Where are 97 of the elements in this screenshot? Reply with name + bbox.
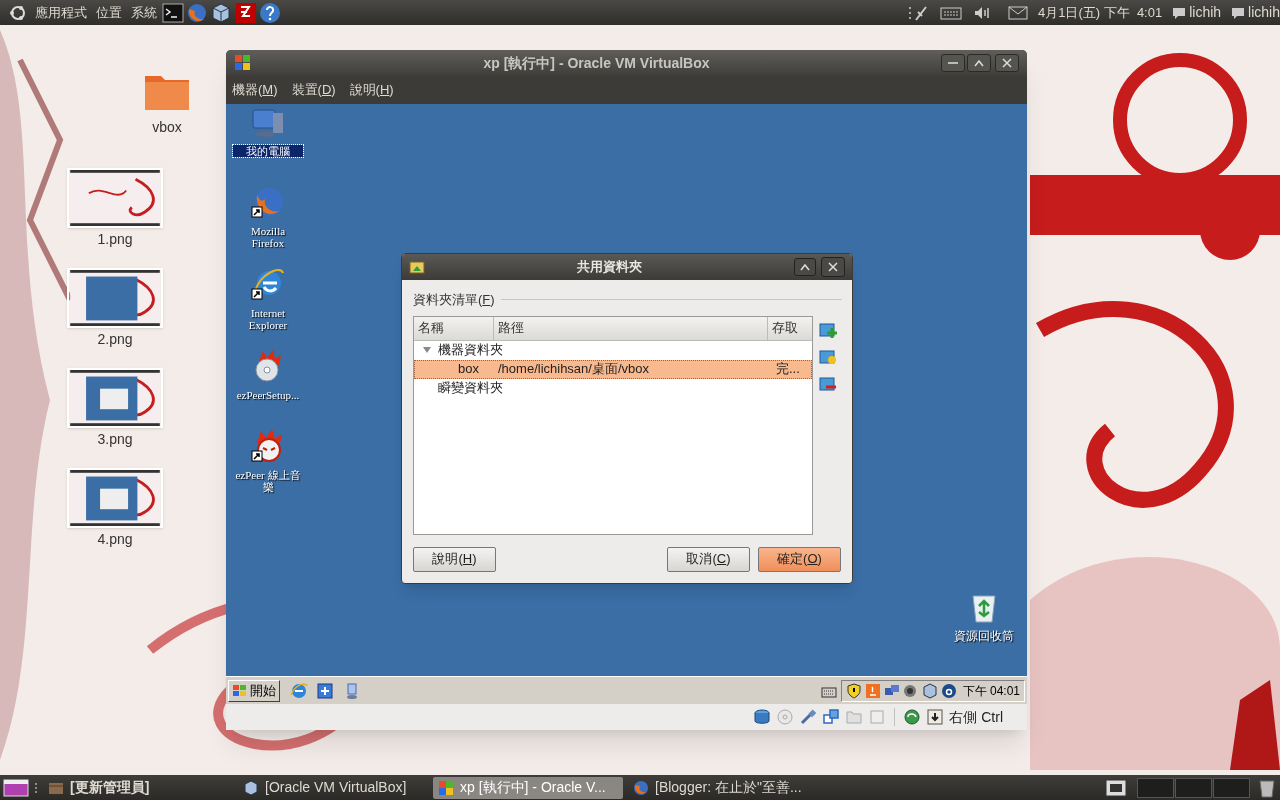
close-icon <box>1002 58 1012 68</box>
windows-logo-icon <box>232 683 248 698</box>
cube-icon[interactable] <box>921 682 938 699</box>
caret-up-icon <box>800 263 810 271</box>
disc-icon <box>776 708 795 726</box>
shared-folder-icon <box>409 260 425 274</box>
start-button[interactable]: 開始 <box>228 679 280 702</box>
task-label: xp [執行中] - Oracle V... <box>460 778 606 797</box>
usb-plug-icon <box>799 708 818 726</box>
desktop-icon-label[interactable]: ezPeer 線上音樂 <box>233 469 303 493</box>
panel-menu[interactable]: 系統 <box>131 2 157 23</box>
clock[interactable]: 4月1日(五) 下午 4:01 <box>1037 2 1163 23</box>
host-key-label: 右側 Ctrl <box>949 707 1003 727</box>
dialog-button[interactable]: 確定(O) <box>758 546 841 572</box>
window-icon[interactable] <box>1105 778 1127 797</box>
folder-access: 完... <box>776 360 800 379</box>
computer-icon <box>251 107 285 139</box>
firefox-icon <box>633 779 649 796</box>
add-folder-icon[interactable] <box>819 320 837 339</box>
ie-icon <box>251 267 285 301</box>
task-label: [更新管理員] <box>70 778 150 797</box>
show-desktop-icon[interactable] <box>3 778 29 797</box>
close-button[interactable] <box>821 257 845 277</box>
dialog-title: 共用資料夾 <box>576 258 643 277</box>
column-header[interactable]: 名稱 <box>414 316 494 340</box>
chat-bubble-icon <box>1231 5 1246 20</box>
tree-item[interactable]: 瞬變資料夾 <box>438 378 503 398</box>
chat-bubble-icon <box>1172 5 1187 20</box>
task-label: [Blogger: 在止於"至善... <box>655 778 802 797</box>
task-label: [Oracle VM VirtualBox] <box>265 778 407 797</box>
app-icon <box>234 54 252 72</box>
maximize-button[interactable] <box>794 258 816 276</box>
window-title: xp [執行中] - Oracle VM VirtualBox <box>482 53 711 73</box>
taskbar-button[interactable]: [更新管理員] <box>43 776 233 799</box>
help-icon[interactable] <box>259 1 281 24</box>
shield-icon[interactable] <box>845 682 862 699</box>
group-label: 資料夾清單(F) <box>413 291 495 309</box>
tree-item[interactable]: 機器資料夾 <box>438 340 503 360</box>
recycle-bin-icon <box>969 592 999 624</box>
user-name[interactable]: lichih <box>1248 2 1280 23</box>
close-button[interactable] <box>995 54 1019 72</box>
folder-icon <box>845 708 864 726</box>
package-icon <box>48 780 64 795</box>
firefox-icon <box>251 185 285 219</box>
column-header[interactable]: 路徑 <box>494 316 768 340</box>
taskbar-button[interactable]: [Oracle VM VirtualBox] <box>238 776 428 799</box>
firefox-icon[interactable] <box>186 1 208 24</box>
mail-icon[interactable] <box>1007 5 1028 20</box>
ie-icon[interactable] <box>290 681 308 700</box>
folder-name: box <box>458 360 480 379</box>
file-label[interactable]: 4.png <box>97 529 133 550</box>
menu-item[interactable]: 機器(M) <box>232 80 278 100</box>
folder-path: /home/lichihsan/桌面/vbox <box>498 360 650 379</box>
flaming-face-icon <box>251 429 285 463</box>
desktop-icon[interactable] <box>316 681 334 700</box>
user-name[interactable]: lichih <box>1189 2 1222 23</box>
guest-clock: 下午 04:01 <box>962 682 1020 700</box>
workspace-switcher[interactable] <box>1137 777 1250 798</box>
desktop-icon-label[interactable]: 我的電腦 <box>233 145 303 157</box>
minimize-button[interactable] <box>941 54 965 72</box>
cube-icon <box>243 779 259 796</box>
file-label[interactable]: 1.png <box>97 229 133 250</box>
expander-triangle-icon[interactable] <box>422 345 432 355</box>
keyboard-icon[interactable] <box>939 4 962 21</box>
trash-icon[interactable] <box>1258 777 1276 798</box>
taskbar-button[interactable]: [Blogger: 在止於"至善... <box>628 776 818 799</box>
filezilla-icon[interactable] <box>235 1 257 24</box>
desktop-icon-label[interactable]: Internet Explorer <box>233 307 303 331</box>
cube-icon[interactable] <box>210 1 232 24</box>
taskbar-button[interactable]: xp [執行中] - Oracle V... <box>433 776 623 799</box>
edit-folder-icon[interactable] <box>819 347 837 366</box>
panel-menu[interactable]: 位置 <box>96 2 122 23</box>
handle-icon <box>34 780 38 795</box>
close-icon <box>828 262 838 272</box>
dialog-button[interactable]: 取消(C) <box>667 546 750 572</box>
file-label[interactable]: vbox <box>152 117 182 138</box>
dialog-button[interactable]: 說明(H) <box>413 546 496 572</box>
hard-disk-icon <box>753 708 772 726</box>
computer-icon[interactable] <box>344 681 360 700</box>
file-label[interactable]: 3.png <box>97 429 133 450</box>
menu-item[interactable]: 說明(H) <box>349 80 394 100</box>
terminal-icon[interactable] <box>162 2 184 23</box>
file-label[interactable]: 2.png <box>97 329 133 350</box>
column-header[interactable]: 存取 <box>768 316 812 340</box>
network-icon <box>822 708 841 726</box>
panel-menu[interactable]: 應用程式 <box>35 2 87 23</box>
shared-folder-row[interactable]: box /home/lichihsan/桌面/vbox 完... <box>414 359 812 379</box>
caret-up-icon <box>974 59 984 67</box>
app-icon <box>438 779 454 796</box>
speaker-icon[interactable] <box>902 682 919 699</box>
menu-item[interactable]: 裝置(D) <box>291 80 336 100</box>
remove-folder-icon[interactable] <box>819 374 837 393</box>
desktop-icon-label[interactable]: Mozilla Firefox <box>233 225 303 249</box>
maximize-button[interactable] <box>967 54 991 72</box>
desktop-icon-label[interactable]: 資源回收筒 <box>946 630 1022 642</box>
desktop-icon-label[interactable]: ezPeerSetup... <box>233 389 303 401</box>
minimize-icon <box>948 61 958 65</box>
